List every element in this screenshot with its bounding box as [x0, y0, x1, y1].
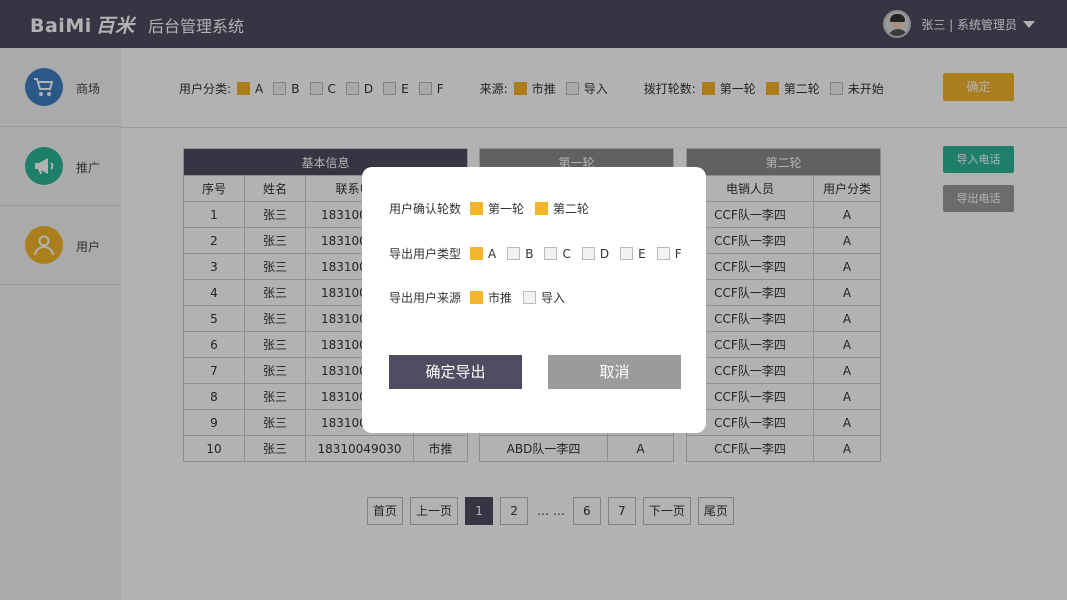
- option-label: 第一轮: [488, 202, 525, 216]
- checkbox[interactable]: [656, 247, 670, 260]
- option-label: 导入: [541, 291, 566, 305]
- export-dialog: 用户确认轮数 第一轮 第二轮 导出用户类型 A B C D E F 导出用户来源…: [362, 167, 706, 433]
- confirm-export-button[interactable]: 确定导出: [389, 355, 522, 389]
- option-label: A: [488, 246, 497, 261]
- option-label: 第二轮: [553, 202, 590, 216]
- option-label: C: [562, 246, 571, 261]
- modal-round-first[interactable]: 第一轮: [470, 200, 524, 217]
- option-label: E: [638, 246, 646, 261]
- checkbox[interactable]: [620, 247, 634, 260]
- checkbox[interactable]: [535, 202, 549, 215]
- checkbox[interactable]: [544, 247, 558, 260]
- option-label: 市推: [488, 291, 513, 305]
- modal-type-f[interactable]: F: [656, 246, 682, 261]
- modal-type-e[interactable]: E: [620, 247, 646, 261]
- option-label: B: [525, 246, 534, 261]
- modal-type-d[interactable]: D: [581, 246, 610, 261]
- checkbox[interactable]: [581, 247, 595, 260]
- checkbox[interactable]: [470, 247, 484, 260]
- confirm-round-row: 用户确认轮数 第一轮 第二轮: [389, 200, 600, 217]
- confirm-round-label: 用户确认轮数: [389, 202, 462, 216]
- checkbox[interactable]: [507, 247, 521, 260]
- modal-type-c[interactable]: C: [544, 246, 571, 261]
- export-type-label: 导出用户类型: [389, 247, 462, 261]
- checkbox[interactable]: [470, 291, 484, 304]
- checkbox[interactable]: [470, 202, 484, 215]
- modal-type-a[interactable]: A: [470, 247, 496, 261]
- modal-type-b[interactable]: B: [507, 247, 533, 261]
- option-label: D: [599, 246, 610, 261]
- cancel-button[interactable]: 取消: [548, 355, 681, 389]
- option-label: F: [674, 246, 682, 261]
- export-source-row: 导出用户来源 市推 导入: [389, 289, 576, 306]
- modal-source-market[interactable]: 市推: [470, 289, 512, 306]
- modal-source-import[interactable]: 导入: [523, 289, 565, 306]
- export-source-label: 导出用户来源: [389, 291, 462, 305]
- checkbox[interactable]: [523, 291, 537, 304]
- export-type-row: 导出用户类型 A B C D E F: [389, 245, 693, 262]
- modal-round-second[interactable]: 第二轮: [535, 200, 589, 217]
